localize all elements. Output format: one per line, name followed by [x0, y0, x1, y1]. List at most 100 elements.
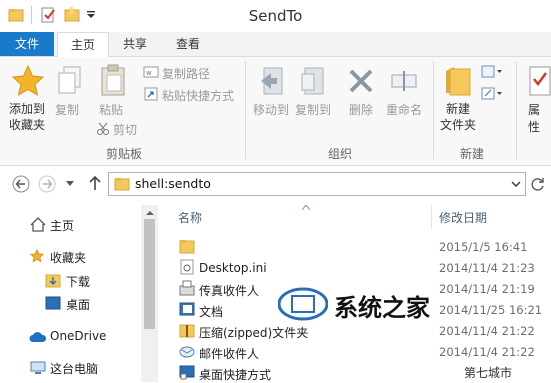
copy-button[interactable]: 复制 — [55, 101, 79, 118]
column-divider[interactable] — [431, 205, 432, 229]
paste-shortcut-button[interactable]: 粘贴快捷方式 — [162, 87, 234, 104]
new-group-label: 新建 — [459, 147, 484, 161]
window-title: SendTo — [248, 7, 303, 25]
scissors-icon — [96, 122, 110, 136]
downloads-folder-icon — [45, 272, 61, 288]
nav-scrollbar-thumb[interactable] — [144, 219, 155, 329]
pin-label-line2: 收藏夹 — [8, 118, 45, 132]
clipboard-group-label: 剪贴板 — [105, 147, 142, 161]
file-date: 2014/11/4 21:22 — [439, 345, 535, 359]
watermark-logo-icon — [278, 284, 328, 324]
tab-file[interactable]: 文件 — [0, 32, 54, 56]
address-dropdown-icon[interactable] — [511, 181, 521, 188]
new-folder-icon — [444, 63, 472, 97]
tab-home[interactable]: 主页 — [57, 32, 109, 58]
document-icon — [179, 301, 195, 317]
properties-button[interactable]: 属性 — [528, 101, 551, 135]
easy-access-icon[interactable] — [481, 87, 503, 101]
file-row[interactable]: 2015/1/5 16:41 — [160, 237, 551, 257]
title-bar: SendTo — [0, 0, 551, 32]
svg-text:w: w — [146, 69, 152, 77]
copy-to-icon — [300, 65, 326, 97]
up-icon[interactable] — [88, 175, 102, 191]
navigation-pane: 主页 收藏夹 下载 桌面 OneDrive 这台电脑 — [0, 205, 158, 382]
new-folder-label-line1: 新建 — [445, 102, 470, 116]
cut-button[interactable]: 剪切 — [113, 121, 137, 138]
recent-locations-icon[interactable] — [66, 181, 74, 187]
file-name: 文档 — [199, 305, 224, 319]
ribbon-tabs: 文件 主页 共享 查看 — [0, 32, 551, 58]
group-separator — [245, 61, 246, 159]
onedrive-icon — [29, 331, 47, 343]
rename-button[interactable]: 重命名 — [386, 101, 422, 118]
folder-icon — [114, 176, 130, 192]
nav-item-downloads[interactable]: 下载 — [66, 273, 90, 290]
column-header-name[interactable]: 名称 — [178, 209, 202, 226]
file-name: Desktop.ini — [199, 261, 267, 275]
new-item-icon[interactable] — [481, 65, 503, 79]
file-row[interactable]: Desktop.ini 2014/11/4 21:23 — [160, 258, 551, 278]
group-separator — [516, 61, 517, 159]
file-date: 2014/11/4 21:23 — [439, 261, 535, 275]
qat-dropdown-icon[interactable] — [86, 10, 96, 20]
organize-group-label: 组织 — [327, 147, 352, 161]
file-name: 压缩(zipped)文件夹 — [199, 326, 309, 340]
pin-to-favorites-button[interactable]: 添加到 收藏夹 — [6, 101, 48, 133]
new-folder-icon[interactable] — [64, 7, 80, 23]
zip-folder-icon — [179, 322, 195, 338]
fax-icon — [179, 280, 195, 296]
tab-view[interactable]: 查看 — [165, 32, 211, 56]
home-icon — [30, 217, 46, 232]
qat-separator — [31, 6, 32, 24]
file-date: 2014/11/4 21:22 — [439, 324, 535, 338]
new-folder-label-line2: 文件夹 — [439, 118, 476, 132]
mail-icon — [179, 343, 195, 359]
address-field[interactable]: shell:sendto — [108, 172, 526, 196]
move-to-icon — [259, 65, 285, 97]
nav-item-desktop[interactable]: 桌面 — [66, 296, 90, 313]
corner-watermark: 第七城市 — [464, 364, 513, 381]
settings-file-icon — [179, 259, 195, 275]
pin-label-line1: 添加到 — [8, 102, 45, 116]
refresh-icon[interactable] — [530, 176, 546, 192]
column-header-date[interactable]: 修改日期 — [439, 209, 487, 226]
new-folder-button[interactable]: 新建 文件夹 — [438, 101, 478, 133]
copy-path-button[interactable]: 复制路径 — [162, 65, 210, 82]
file-name: 桌面快捷方式 — [199, 368, 272, 382]
folder-icon — [8, 7, 24, 23]
file-name: 邮件收件人 — [199, 347, 260, 361]
star-icon — [11, 64, 45, 98]
copy-path-icon: w — [143, 65, 159, 79]
nav-item-favorites[interactable]: 收藏夹 — [50, 249, 86, 266]
copy-icon — [56, 65, 84, 97]
file-date: 2015/1/5 16:41 — [439, 240, 528, 254]
ribbon: 添加到 收藏夹 复制 粘贴 w 复制路径 粘贴快捷方式 剪切 剪贴板 移动到 复… — [0, 57, 551, 166]
folder-icon — [179, 238, 195, 254]
delete-button[interactable]: 删除 — [349, 101, 373, 118]
nav-item-onedrive[interactable]: OneDrive — [50, 329, 106, 343]
address-text[interactable]: shell:sendto — [135, 176, 211, 191]
delete-icon — [347, 67, 375, 95]
file-row[interactable]: 邮件收件人 2014/11/4 21:22 — [160, 342, 551, 362]
file-name: 传真收件人 — [199, 284, 260, 298]
properties-icon[interactable] — [40, 7, 56, 23]
forward-icon[interactable] — [38, 175, 56, 193]
star-icon — [30, 249, 44, 263]
paste-button[interactable]: 粘贴 — [99, 101, 123, 118]
copy-to-button[interactable]: 复制到 — [295, 101, 331, 118]
watermark: 系统之家 — [278, 282, 458, 326]
paste-icon — [99, 63, 127, 97]
move-to-button[interactable]: 移动到 — [253, 101, 289, 118]
nav-item-this-pc[interactable]: 这台电脑 — [50, 360, 98, 377]
desktop-shortcut-icon — [179, 364, 195, 380]
watermark-text: 系统之家 — [334, 294, 430, 322]
scroll-up-icon[interactable] — [146, 210, 154, 216]
tab-share[interactable]: 共享 — [112, 32, 158, 56]
computer-icon — [30, 361, 46, 375]
desktop-icon — [45, 296, 61, 310]
properties-icon — [528, 65, 551, 97]
nav-scrollbar[interactable] — [141, 205, 158, 382]
nav-item-home[interactable]: 主页 — [50, 217, 74, 234]
rename-icon — [390, 67, 418, 95]
back-icon[interactable] — [12, 175, 30, 193]
